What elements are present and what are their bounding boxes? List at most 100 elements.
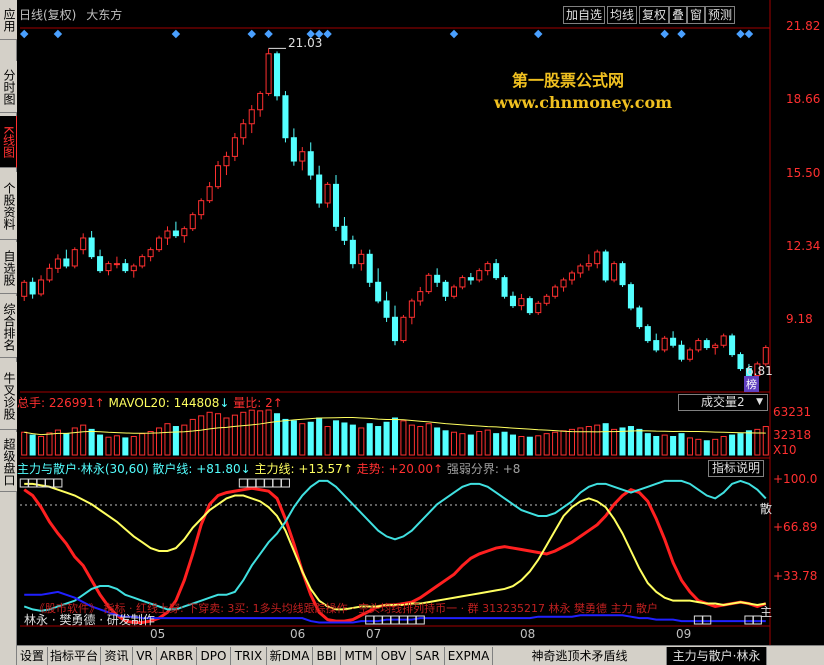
volume-bar — [611, 428, 618, 456]
candle-body — [703, 340, 710, 349]
indicator-axis-label: +100.0 — [773, 472, 818, 486]
month-label: 08 — [520, 627, 536, 641]
candle-body — [324, 183, 331, 204]
tab-arbr[interactable]: ARBR — [157, 647, 197, 665]
tab-settings[interactable]: 设置 — [17, 647, 48, 665]
signal-diamond — [171, 29, 181, 39]
tab-vr[interactable]: VR — [133, 647, 157, 665]
tab-indicator-platform[interactable]: 指标平台 — [48, 647, 101, 665]
volume-bar — [307, 421, 314, 456]
candle-body — [71, 249, 78, 267]
signal-diamond — [264, 29, 273, 39]
signal-diamond — [449, 29, 459, 39]
volume-bar — [442, 430, 449, 456]
candle-body — [147, 249, 154, 258]
candle-body — [493, 263, 500, 279]
tab-expma[interactable]: EXPMA — [445, 647, 493, 665]
candle-body — [80, 237, 87, 251]
volume-bar — [189, 418, 196, 456]
up-arrow-icon: ↑ — [342, 462, 357, 476]
tab-bbi[interactable]: BBI — [313, 647, 341, 665]
volume-bar — [248, 409, 255, 456]
candle-body — [543, 295, 550, 304]
volume-bar — [762, 426, 769, 456]
volume-bar — [341, 422, 348, 456]
tab-obv[interactable]: OBV — [377, 647, 411, 665]
tab-magic-escape[interactable]: 神奇逃顶术矛盾线 — [493, 647, 667, 665]
volume-bar — [273, 413, 281, 456]
candle-body — [130, 265, 137, 272]
candle-body — [459, 277, 466, 288]
month-label: 09 — [676, 627, 692, 641]
retail-line-label: 散户线: — [152, 462, 197, 476]
volume-bar — [105, 436, 112, 456]
tab-sar[interactable]: SAR — [411, 647, 445, 665]
volume-bar — [417, 426, 424, 456]
indicator-explain-button[interactable]: 指标说明 — [708, 460, 765, 477]
ranking-badge[interactable]: 榜 — [744, 376, 759, 392]
candle-body — [206, 186, 213, 202]
volume-bar — [172, 426, 179, 456]
candle-body — [366, 253, 373, 283]
candle-body — [375, 281, 382, 302]
candle-body — [425, 274, 432, 293]
up-arrow-icon: ↑ — [432, 462, 447, 476]
tab-mtm[interactable]: MTM — [341, 647, 377, 665]
volume-bar — [644, 433, 651, 456]
price-axis-label: 21.82 — [786, 19, 821, 33]
volume-indicator-value: 成交量2 — [701, 395, 745, 409]
candle-body — [248, 109, 255, 125]
candle-body — [391, 316, 399, 342]
candle-body — [358, 253, 365, 265]
dropdown-arrow-icon: ▼ — [756, 397, 763, 407]
signal-diamond — [534, 29, 543, 39]
price-axis-label: 12.34 — [786, 239, 821, 253]
strong-weak-value: +8 — [502, 462, 521, 476]
trend-value: +20.00 — [388, 462, 433, 476]
candle-body — [712, 344, 719, 349]
tab-main-vs-retail[interactable]: 主力与散户·林永 — [667, 647, 767, 665]
tab-trix[interactable]: TRIX — [231, 647, 267, 665]
tab-new-dma[interactable]: 新DMA — [267, 647, 313, 665]
signal-diamond — [323, 29, 332, 39]
signal-box-top — [272, 478, 282, 488]
candle-body — [678, 344, 685, 360]
volume-bar — [29, 434, 36, 456]
volume-bar — [602, 423, 609, 456]
tab-news[interactable]: 资讯 — [101, 647, 133, 665]
volume-bar — [695, 438, 702, 456]
candle-body — [636, 307, 643, 328]
month-label: 06 — [290, 627, 306, 641]
month-label: 07 — [366, 627, 382, 641]
volume-bar — [552, 431, 559, 456]
volume-bar — [332, 420, 340, 456]
candle-body — [21, 281, 28, 297]
candle-body — [273, 53, 281, 97]
volume-bar — [535, 435, 542, 456]
price-axis-label: 18.66 — [786, 92, 821, 106]
volume-bar — [257, 410, 264, 456]
candle-body — [105, 263, 112, 272]
candle-body — [434, 274, 441, 283]
candle-body — [240, 123, 247, 139]
volume-bar — [181, 424, 188, 456]
indicator-tab-bar: 设置 指标平台 资讯 VR ARBR DPO TRIX 新DMA BBI MTM… — [17, 645, 824, 665]
strong-weak-label: 强弱分界: — [446, 462, 503, 476]
watermark-title: 第一股票公式网 — [512, 71, 625, 90]
down-arrow-icon: ↓ — [219, 396, 234, 410]
kline-chart[interactable] — [0, 0, 824, 665]
candle-body — [442, 281, 449, 297]
volume-bar — [408, 424, 415, 456]
volume-bar — [670, 435, 677, 456]
trend-label: 走势: — [356, 462, 389, 476]
volume-bar — [560, 430, 567, 456]
candle-body — [215, 165, 222, 188]
volume-bar — [324, 426, 331, 456]
candle-body — [450, 286, 458, 297]
candle-body — [29, 281, 36, 295]
candle-body — [172, 230, 179, 237]
tab-dpo[interactable]: DPO — [197, 647, 231, 665]
volume-bar — [215, 413, 222, 456]
volume-indicator-select[interactable]: 成交量2 ▼ — [678, 394, 768, 411]
volume-ratio-value: 2 — [265, 396, 273, 410]
